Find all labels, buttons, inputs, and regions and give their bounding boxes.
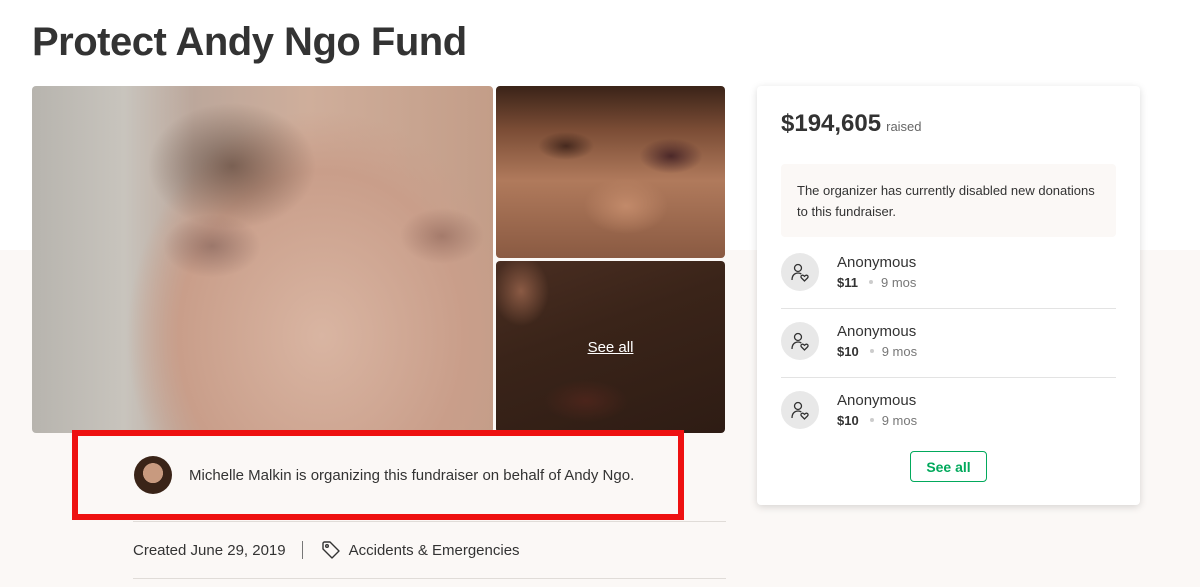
donation-time: 9 mos: [881, 412, 918, 428]
donation-details: Anonymous $10 9 mos: [837, 323, 917, 359]
donor-name: Anonymous: [837, 391, 917, 409]
gallery-photo-3[interactable]: See all: [496, 261, 725, 433]
gallery-photo-2[interactable]: [496, 86, 725, 258]
donor-name: Anonymous: [837, 253, 917, 271]
donation-details: Anonymous $10 9 mos: [837, 392, 917, 428]
main-photo[interactable]: [32, 86, 493, 433]
raised-label: raised: [886, 119, 922, 134]
divider: [133, 521, 726, 522]
donor-heart-icon: [781, 390, 819, 429]
donation-amount: $10: [837, 343, 859, 359]
raised-summary: $194,605 raised: [781, 110, 922, 138]
donation-meta: $10 9 mos: [837, 344, 917, 359]
donation-amount: $10: [837, 412, 859, 428]
donation-details: Anonymous $11 9 mos: [837, 254, 916, 290]
donation-time: 9 mos: [880, 274, 917, 290]
meta-separator: [301, 541, 303, 559]
donor-name: Anonymous: [837, 322, 917, 340]
dot-separator: [869, 349, 874, 353]
dot-separator: [869, 418, 874, 422]
donor-heart-icon: [781, 252, 819, 291]
disabled-donations-notice: The organizer has currently disabled new…: [781, 164, 1116, 237]
highlight-frame: [72, 430, 684, 520]
category-link[interactable]: Accidents & Emergencies: [349, 542, 520, 559]
raised-amount: $194,605: [781, 110, 882, 137]
gallery-see-all-link[interactable]: See all: [496, 261, 725, 433]
tag-icon: [321, 540, 341, 560]
page-title: Protect Andy Ngo Fund: [32, 20, 467, 64]
donation-card: $194,605 raised The organizer has curren…: [757, 86, 1140, 505]
donation-item: Anonymous $10 9 mos: [781, 306, 1116, 375]
donation-item: Anonymous $11 9 mos: [781, 237, 1116, 306]
donation-meta: $11 9 mos: [837, 275, 916, 290]
see-all-donations-button[interactable]: See all: [910, 451, 987, 482]
dot-separator: [868, 280, 873, 284]
donation-item: Anonymous $10 9 mos: [781, 375, 1116, 444]
donation-amount: $11: [837, 274, 858, 290]
donor-heart-icon: [781, 321, 819, 360]
divider: [133, 578, 726, 579]
donation-meta: $10 9 mos: [837, 413, 917, 428]
donation-time: 9 mos: [881, 343, 918, 359]
meta-row: Created June 29, 2019 Accidents & Emerge…: [133, 538, 520, 562]
created-date: Created June 29, 2019: [133, 541, 286, 559]
